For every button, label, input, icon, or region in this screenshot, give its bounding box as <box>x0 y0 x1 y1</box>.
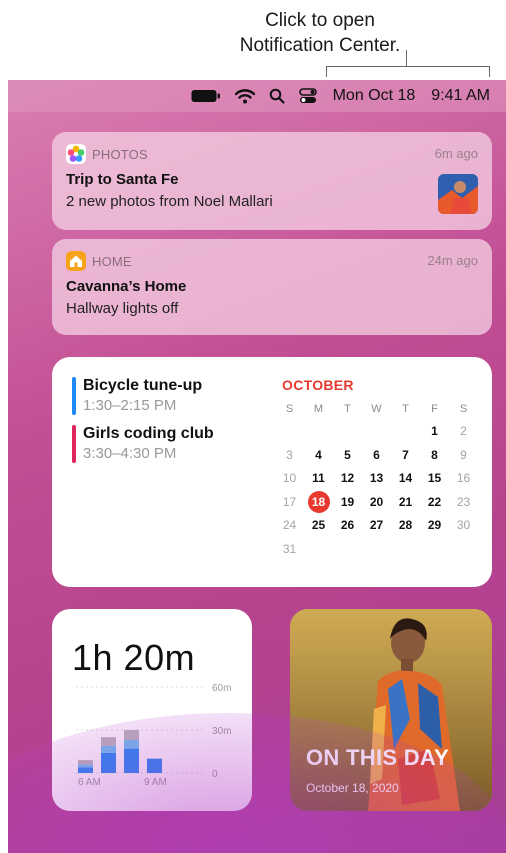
y-axis-label: 60m <box>212 683 231 694</box>
menubar-date[interactable]: Mon Oct 18 <box>333 87 416 105</box>
home-app-icon <box>66 251 86 271</box>
calendar-day[interactable]: 27 <box>362 515 391 536</box>
calendar-day[interactable]: 19 <box>333 492 362 513</box>
calendar-day-today[interactable]: 18 <box>304 492 333 513</box>
desktop: Mon Oct 18 9:41 AM PHOTOS 6m ago Trip to… <box>8 80 506 853</box>
on-this-day-date: October 18, 2020 <box>306 781 399 795</box>
calendar-day[interactable]: 14 <box>391 468 420 489</box>
search-icon[interactable] <box>269 88 285 104</box>
calendar-day[interactable]: 28 <box>391 515 420 536</box>
event-name: Bicycle tune-up <box>83 377 203 394</box>
calendar-day[interactable]: 11 <box>304 468 333 489</box>
notification-app-name: HOME <box>92 253 132 269</box>
x-axis-label: 6 AM <box>78 777 101 788</box>
menubar-clock[interactable]: 9:41 AM <box>431 87 490 105</box>
notification-body: 2 new photos from Noel Mallari <box>66 193 273 210</box>
calendar-day[interactable]: 7 <box>391 445 420 466</box>
y-axis-label: 0 <box>212 769 218 780</box>
screen-time-widget[interactable]: 1h 20m 60m 30m 0 6 AM 9 AM <box>52 609 252 811</box>
calendar-day[interactable]: 3 <box>275 445 304 466</box>
calendar-event[interactable]: Girls coding club 3:30–4:30 PM <box>72 425 214 463</box>
notification-time: 24m ago <box>427 253 478 268</box>
menu-bar: Mon Oct 18 9:41 AM <box>8 80 506 112</box>
callout-line-1: Click to open <box>265 10 375 31</box>
calendar-day[interactable]: 10 <box>275 468 304 489</box>
weekday-label: S <box>459 403 468 415</box>
event-name: Girls coding club <box>83 425 214 442</box>
weekday-label: F <box>431 403 438 415</box>
callout-line-2: Notification Center. <box>239 35 401 56</box>
usage-bar-cyan <box>124 740 139 749</box>
notification-app-name: PHOTOS <box>92 146 148 162</box>
calendar-day[interactable]: 25 <box>304 515 333 536</box>
notification-app-row: HOME <box>66 251 478 271</box>
calendar-day[interactable]: 31 <box>275 539 304 560</box>
notification-body: Hallway lights off <box>66 300 179 317</box>
calendar-day[interactable]: 13 <box>362 468 391 489</box>
calendar-day[interactable]: 12 <box>333 468 362 489</box>
wifi-icon[interactable] <box>234 88 255 104</box>
battery-icon[interactable] <box>191 89 221 103</box>
calendar-day[interactable]: 2 <box>449 421 478 442</box>
weekday-label: M <box>313 403 324 415</box>
usage-bar-blue <box>147 758 162 773</box>
weekday-label: W <box>371 403 382 415</box>
calendar-day[interactable]: 30 <box>449 515 478 536</box>
usage-bar-blue <box>124 748 139 773</box>
callout-text: Click to open Notification Center. <box>170 8 470 58</box>
screen-time-chart: 60m 30m 0 6 AM 9 AM <box>76 683 231 788</box>
calendar-month: OCTOBER <box>282 377 354 393</box>
photos-app-icon <box>66 144 86 164</box>
event-time: 3:30–4:30 PM <box>83 445 177 462</box>
usage-bar-blue <box>78 767 93 773</box>
calendar-event[interactable]: Bicycle tune-up 1:30–2:15 PM <box>72 377 203 415</box>
weekday-label: T <box>402 403 409 415</box>
usage-bar-blue <box>101 752 116 773</box>
calendar-day[interactable]: 22 <box>420 492 449 513</box>
notification-home[interactable]: HOME 24m ago Cavanna’s Home Hallway ligh… <box>52 239 492 335</box>
calendar-day[interactable]: 17 <box>275 492 304 513</box>
on-this-day-title: ON THIS DAY <box>306 745 450 770</box>
memory-photo <box>290 609 492 811</box>
notification-photos[interactable]: PHOTOS 6m ago Trip to Santa Fe 2 new pho… <box>52 132 492 230</box>
callout-bracket <box>326 66 490 77</box>
on-this-day-widget[interactable]: ON THIS DAY October 18, 2020 <box>290 609 492 811</box>
calendar-day[interactable]: 26 <box>333 515 362 536</box>
notification-app-row: PHOTOS <box>66 144 478 164</box>
event-time: 1:30–2:15 PM <box>83 397 177 414</box>
notification-title: Trip to Santa Fe <box>66 171 179 188</box>
notification-photo-thumbnail <box>438 174 478 214</box>
callout-bracket-stem <box>406 50 407 66</box>
calendar-day[interactable]: 4 <box>304 445 333 466</box>
event-color-bar <box>72 377 76 415</box>
calendar-day[interactable]: 21 <box>391 492 420 513</box>
usage-bar-gray <box>78 760 93 765</box>
calendar-day[interactable]: 20 <box>362 492 391 513</box>
event-color-bar <box>72 425 76 463</box>
weekday-label: S <box>285 403 294 415</box>
usage-bar-cyan <box>78 764 93 768</box>
calendar-day[interactable]: 23 <box>449 492 478 513</box>
notification-title: Cavanna’s Home <box>66 278 187 295</box>
calendar-widget[interactable]: Bicycle tune-up 1:30–2:15 PM Girls codin… <box>52 357 492 587</box>
calendar-day[interactable]: 16 <box>449 468 478 489</box>
calendar-day[interactable]: 24 <box>275 515 304 536</box>
y-axis-label: 30m <box>212 726 231 737</box>
calendar-day[interactable]: 6 <box>362 445 391 466</box>
usage-bar-cyan <box>101 745 116 753</box>
usage-bar-gray <box>124 730 139 741</box>
weekday-label: T <box>344 403 351 415</box>
calendar-day[interactable]: 5 <box>333 445 362 466</box>
calendar-day[interactable]: 9 <box>449 445 478 466</box>
calendar-day[interactable]: 29 <box>420 515 449 536</box>
calendar-day[interactable]: 15 <box>420 468 449 489</box>
usage-bar-gray <box>101 737 116 746</box>
notification-time: 6m ago <box>434 146 478 161</box>
calendar-day[interactable]: 8 <box>420 445 449 466</box>
calendar-day[interactable]: 1 <box>420 421 449 442</box>
x-axis-label: 9 AM <box>144 777 167 788</box>
control-center-icon[interactable] <box>298 88 317 104</box>
